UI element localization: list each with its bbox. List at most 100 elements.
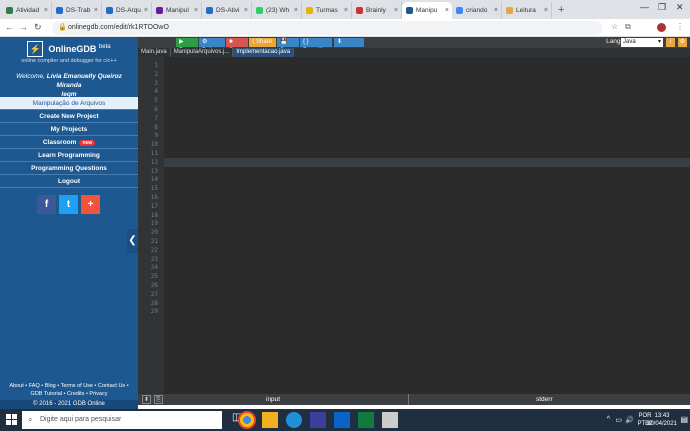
file-tab[interactable]: ManipulaArquivos.j... (171, 48, 234, 57)
favicon-icon (456, 7, 463, 14)
close-tab-icon[interactable]: × (94, 7, 98, 14)
info-icon[interactable]: i (666, 38, 675, 47)
browser-tab[interactable]: Brainly × (352, 2, 402, 19)
sidebar-item-label: Create New Project (39, 113, 99, 120)
close-tab-icon[interactable]: × (194, 7, 198, 14)
browser-tab[interactable]: Leitura × (502, 2, 552, 19)
toolbar-button[interactable]: 💾 Save (277, 38, 299, 54)
browser-tab[interactable]: DS-Ativi × (202, 2, 252, 19)
file-explorer-icon[interactable] (262, 412, 278, 428)
toolbar-button[interactable]: { } Beautify (300, 38, 332, 54)
footer-line-1[interactable]: About • FAQ • Blog • Terms of Use • Cont… (0, 382, 138, 390)
browser-tab[interactable]: (23) Wh × (252, 2, 302, 19)
toolbar-button[interactable]: ■ Stop (226, 38, 248, 54)
browser-tab[interactable]: DS-Trab × (52, 2, 102, 19)
welcome-prefix: Welcome, (16, 73, 45, 80)
sidebar-item-label: My Projects (50, 126, 88, 133)
edge-icon[interactable] (286, 412, 302, 428)
close-window-icon[interactable]: ✕ (676, 2, 684, 13)
browser-tab[interactable]: DS-Arqu × (102, 2, 152, 19)
speaker-icon[interactable]: 🔊 (625, 416, 634, 424)
line-number: 15 (150, 185, 158, 193)
facebook-icon[interactable]: f (37, 195, 56, 214)
notifications-icon[interactable]: ▤ (680, 415, 688, 424)
stderr-tab[interactable]: stderr (536, 394, 553, 405)
clock[interactable]: 13:43 30/04/2021 (646, 412, 678, 428)
sidebar-item[interactable]: My Projects (0, 123, 138, 136)
close-tab-icon[interactable]: × (144, 7, 148, 14)
back-icon[interactable]: ← (5, 22, 14, 32)
tray-arrow-icon[interactable]: ^ (607, 416, 610, 423)
sidebar-item[interactable]: Manipulação de Arquivos (0, 97, 138, 110)
close-tab-icon[interactable]: × (544, 7, 548, 14)
minimize-icon[interactable]: — (640, 2, 649, 12)
extensions-icon[interactable]: ⧉ (625, 22, 631, 32)
mail-icon[interactable] (334, 412, 350, 428)
file-tab[interactable]: Main.java (138, 48, 171, 57)
gear-icon[interactable]: ⚙ (678, 38, 687, 47)
sidebar-item[interactable]: Create New Project (0, 110, 138, 123)
copy-icon[interactable]: ⎘ (154, 395, 163, 404)
footer-line-2[interactable]: GDB Tutorial • Credits • Privacy (0, 390, 138, 398)
share-plus-icon[interactable]: + (81, 195, 100, 214)
menu-icon[interactable]: ⋮ (676, 22, 684, 31)
file-tabs: Main.java ManipulaArquivos.j... Implementa… (138, 48, 690, 57)
file-tab[interactable]: Implementacao.java (233, 48, 295, 57)
browser-tab[interactable]: Manipu × (402, 2, 452, 19)
excel-icon[interactable] (358, 412, 374, 428)
browser-tab[interactable]: criando × (452, 2, 502, 19)
windows-start-icon[interactable] (6, 414, 18, 426)
line-number: 11 (150, 150, 158, 157)
new-tab-icon[interactable]: + (552, 2, 570, 19)
close-tab-icon[interactable]: × (445, 7, 449, 14)
close-tab-icon[interactable]: × (44, 7, 48, 14)
toolbar-button[interactable]: ⟨ Share (249, 38, 276, 47)
sidebar-item[interactable]: Programming Questions (0, 162, 138, 175)
sidebar-item-label: Logout (57, 178, 81, 185)
toolbar-button[interactable]: ⚙ Debug (199, 38, 225, 54)
language-select[interactable]: Java ▾ (621, 38, 663, 47)
close-tab-icon[interactable]: × (244, 7, 248, 14)
url-input[interactable]: 🔒 onlinegdb.com/edit/rk1RTOOwO (52, 21, 602, 35)
avatar[interactable] (657, 23, 666, 32)
star-icon[interactable]: ☆ (611, 22, 618, 31)
close-tab-icon[interactable]: × (344, 7, 348, 14)
reload-icon[interactable]: ↻ (34, 22, 42, 33)
expand-icon[interactable]: ⬍ (142, 395, 151, 404)
favicon-icon (256, 7, 263, 14)
browser-tab[interactable]: Turmas × (302, 2, 352, 19)
taskbar-search-input[interactable]: ⌕ Digite aqui para pesquisar (22, 411, 222, 429)
line-number: 20 (150, 229, 158, 237)
favicon-icon (206, 7, 213, 14)
sidebar-item[interactable]: Learn Programming (0, 149, 138, 162)
sidebar-item-label: Programming Questions (31, 165, 107, 172)
store-icon[interactable] (310, 412, 326, 428)
twitter-icon[interactable]: t (59, 195, 78, 214)
sidebar-item[interactable]: Classroom new (0, 136, 138, 149)
sidebar-item-label: Learn Programming (38, 152, 100, 159)
browser-tab[interactable]: Manipul × (152, 2, 202, 19)
sidebar-item[interactable]: Logout (0, 175, 138, 188)
toolbar-button[interactable]: ⬇ (334, 38, 364, 47)
forward-icon[interactable]: → (19, 22, 28, 32)
maximize-icon[interactable]: ❐ (658, 2, 666, 13)
code-area[interactable] (164, 57, 690, 394)
browser-tab[interactable]: Atividad × (2, 2, 52, 19)
copyright: © 2016 - 2021 GDB Online (0, 400, 138, 409)
code-editor[interactable]: 1 2 3 4 5 6 7 8 9 10 11 12 13 14 15 16 17 18 19 20 21 22 23 24 2… (138, 57, 690, 394)
close-tab-icon[interactable]: × (494, 7, 498, 14)
browser-tab-label: (23) Wh (266, 7, 290, 14)
line-number: 5 (154, 97, 158, 105)
browser-tab-label: Atividad (16, 7, 40, 14)
close-tab-icon[interactable]: × (394, 7, 398, 14)
new-badge: new (79, 140, 96, 146)
battery-icon[interactable]: ▭ (615, 416, 622, 424)
browser-tab-label: Turmas (316, 7, 338, 14)
line-number: 3 (154, 79, 158, 87)
input-tab[interactable]: input (266, 394, 280, 405)
close-tab-icon[interactable]: × (294, 7, 298, 14)
chrome-icon[interactable] (238, 411, 256, 429)
collapse-sidebar-button[interactable]: ❮ (127, 229, 138, 253)
camera-icon[interactable] (382, 412, 398, 428)
toolbar-button[interactable]: ▶ Run (176, 38, 198, 54)
